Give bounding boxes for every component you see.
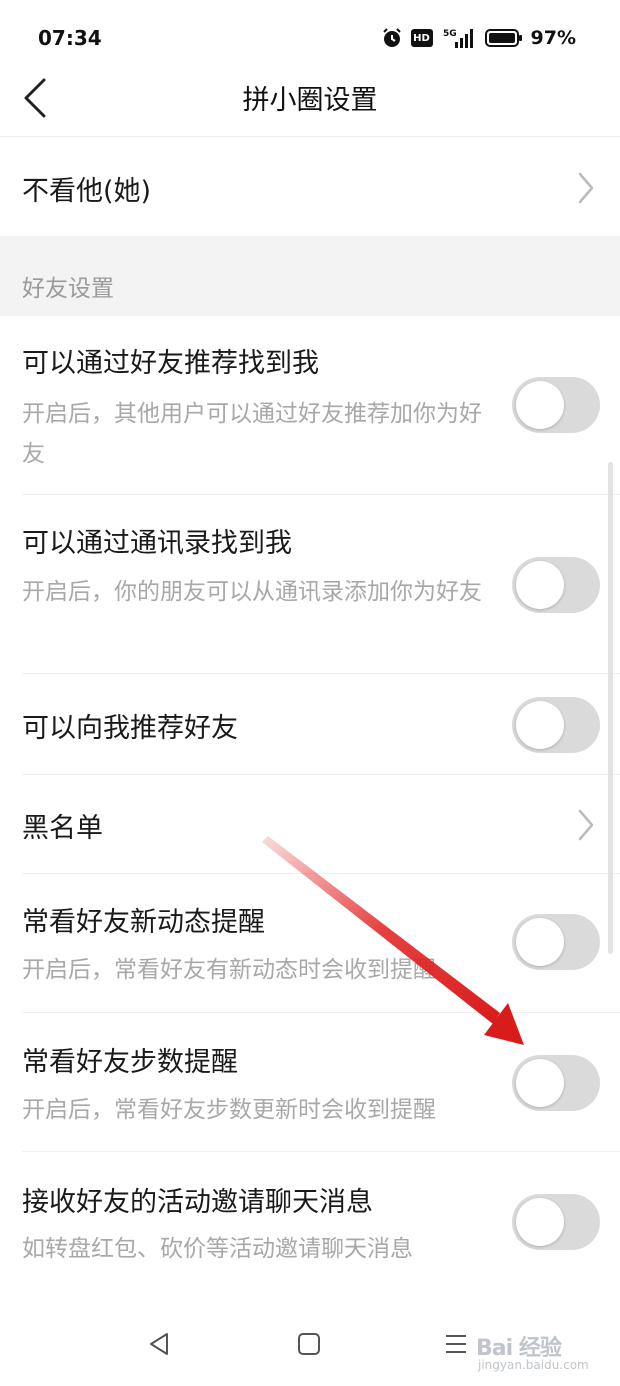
hd-icon: HD xyxy=(410,29,433,47)
toggle-knob xyxy=(516,381,564,429)
battery-percentage: 97% xyxy=(530,27,576,49)
watermark-logo: Bai 经验 jingyan.baidu.com xyxy=(476,1330,596,1376)
toggle-knob xyxy=(516,561,564,609)
setting-title: 可以通过通讯录找到我 xyxy=(22,528,292,559)
menu-lines-icon[interactable] xyxy=(442,1330,470,1358)
setting-row-steps-reminder: 常看好友步数提醒 开启后，常看好友步数更新时会收到提醒 xyxy=(0,1013,620,1151)
setting-title: 常看好友新动态提醒 xyxy=(22,907,265,938)
status-time: 07:34 xyxy=(38,26,102,50)
setting-title: 接收好友的活动邀请聊天消息 xyxy=(22,1187,373,1218)
signal-icon: 5G xyxy=(443,29,473,48)
toggle-knob xyxy=(516,701,564,749)
steps-reminder-toggle[interactable] xyxy=(512,1055,600,1111)
setting-title: 常看好友步数提醒 xyxy=(22,1047,238,1078)
header: 拼小圈设置 xyxy=(0,76,620,136)
friend-recommend-toggle[interactable] xyxy=(512,377,600,433)
setting-row-moments-reminder: 常看好友新动态提醒 开启后，常看好友有新动态时会收到提醒 xyxy=(0,874,620,1012)
blacklist-row[interactable]: 黑名单 xyxy=(0,775,620,873)
block-user-label: 不看他(她) xyxy=(22,176,152,207)
toggle-knob xyxy=(516,1198,564,1246)
blacklist-label: 黑名单 xyxy=(22,813,103,844)
toggle-knob xyxy=(516,918,564,966)
setting-title: 可以通过好友推荐找到我 xyxy=(22,348,319,379)
toggle-knob xyxy=(516,1059,564,1107)
setting-row-activity-invites: 接收好友的活动邀请聊天消息 如转盘红包、砍价等活动邀请聊天消息 xyxy=(0,1152,620,1290)
setting-description: 开启后，其他用户可以通过好友推荐加你为好友 xyxy=(22,401,482,467)
status-bar: 07:34 HD 5G 97% xyxy=(0,0,620,76)
chevron-right-icon xyxy=(578,809,594,841)
activity-invites-toggle[interactable] xyxy=(512,1194,600,1250)
network-type-label: 5G xyxy=(443,29,457,39)
moments-reminder-toggle[interactable] xyxy=(512,914,600,970)
contacts-toggle[interactable] xyxy=(512,557,600,613)
setting-row-contacts: 可以通过通讯录找到我 开启后，你的朋友可以从通讯录添加你为好友 xyxy=(0,495,620,673)
setting-description: 开启后，常看好友步数更新时会收到提醒 xyxy=(22,1097,436,1123)
block-user-row[interactable]: 不看他(她) xyxy=(0,137,620,235)
status-icons: HD 5G 97% xyxy=(381,24,576,52)
scrollbar[interactable] xyxy=(608,462,613,954)
home-square-icon[interactable] xyxy=(295,1330,323,1358)
alarm-icon xyxy=(382,28,401,47)
back-triangle-icon[interactable] xyxy=(145,1330,173,1358)
setting-description: 开启后，常看好友有新动态时会收到提醒 xyxy=(22,957,436,983)
setting-description: 开启后，你的朋友可以从通讯录添加你为好友 xyxy=(22,579,482,605)
chevron-right-icon xyxy=(578,172,594,204)
section-header: 好友设置 xyxy=(0,236,620,316)
recommend-friends-toggle[interactable] xyxy=(512,697,600,753)
section-title: 好友设置 xyxy=(22,276,114,302)
setting-title: 可以向我推荐好友 xyxy=(22,713,238,744)
watermark-sub: jingyan.baidu.com xyxy=(478,1358,589,1372)
setting-row-friend-recommend: 可以通过好友推荐找到我 开启后，其他用户可以通过好友推荐加你为好友 xyxy=(0,316,620,494)
setting-row-recommend-friends: 可以向我推荐好友 xyxy=(0,674,620,774)
page-title: 拼小圈设置 xyxy=(242,85,378,116)
setting-description: 如转盘红包、砍价等活动邀请聊天消息 xyxy=(22,1236,413,1262)
battery-icon xyxy=(484,29,522,47)
